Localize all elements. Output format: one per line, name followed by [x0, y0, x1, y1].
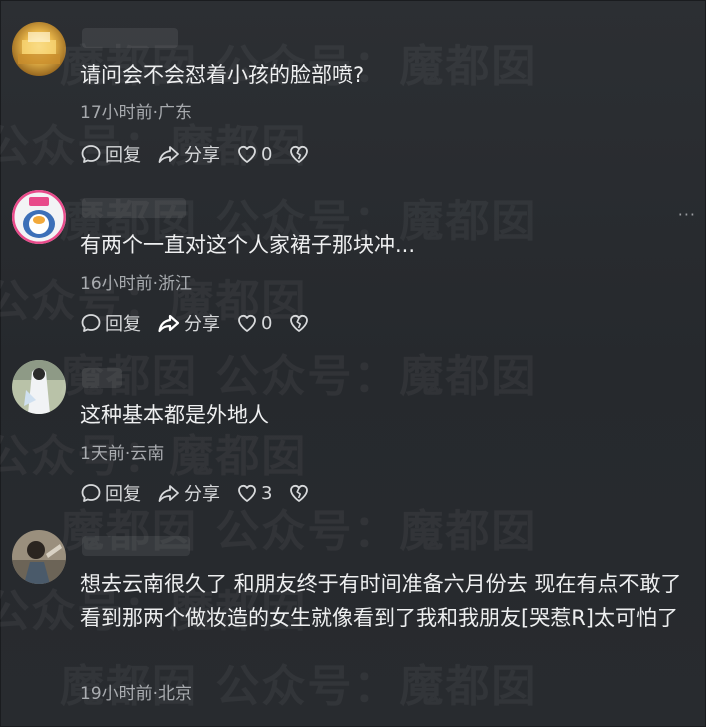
like-button[interactable]: 0	[236, 312, 272, 334]
dislike-button[interactable]	[288, 312, 313, 334]
comment-actions: 回复 分享 0	[80, 141, 329, 167]
comment-meta: 1天前·云南	[80, 444, 165, 464]
like-count: 3	[261, 482, 273, 504]
like-button[interactable]: 0	[236, 143, 272, 165]
reply-button[interactable]: 回复	[80, 310, 141, 336]
username-redacted[interactable]	[82, 198, 186, 218]
broken-heart-icon	[290, 314, 309, 332]
share-button[interactable]: 分享	[157, 480, 220, 506]
share-icon	[158, 485, 179, 502]
comment-actions: 回复 分享 3	[80, 480, 329, 506]
share-label: 分享	[184, 484, 220, 505]
comment-meta: 16小时前·浙江	[80, 274, 193, 294]
like-count: 0	[261, 143, 273, 165]
like-count: 0	[261, 312, 273, 334]
reply-icon	[81, 145, 101, 163]
reply-label: 回复	[105, 145, 141, 166]
share-label: 分享	[184, 314, 220, 335]
share-label: 分享	[184, 145, 220, 166]
heart-icon	[238, 314, 256, 332]
comment-text: 想去云南很久了 和朋友终于有时间准备六月份去 现在有点不敢了 看到那两个做妆造的…	[80, 572, 682, 630]
more-options-icon[interactable]: ···	[678, 205, 696, 224]
comment-text: 请问会不会怼着小孩的脸部喷?	[80, 63, 365, 87]
heart-icon	[238, 145, 256, 163]
dislike-button[interactable]	[288, 143, 313, 165]
username-redacted[interactable]	[82, 536, 190, 556]
avatar[interactable]	[12, 530, 66, 584]
reply-label: 回复	[105, 484, 141, 505]
reply-label: 回复	[105, 314, 141, 335]
comment-text: 有两个一直对这个人家裙子那块冲...	[80, 233, 416, 257]
broken-heart-icon	[290, 484, 309, 502]
reply-icon	[81, 314, 101, 332]
comment-meta: 19小时前·北京	[80, 684, 193, 704]
share-icon	[158, 146, 179, 163]
username-redacted[interactable]	[82, 368, 122, 388]
comment-actions: 回复 分享 0	[80, 310, 329, 336]
reply-button[interactable]: 回复	[80, 141, 141, 167]
comment-meta: 17小时前·广东	[80, 103, 193, 123]
heart-icon	[238, 484, 256, 502]
reply-button[interactable]: 回复	[80, 480, 141, 506]
share-button[interactable]: 分享	[157, 310, 220, 336]
comment-text: 这种基本都是外地人	[80, 403, 269, 427]
share-button[interactable]: 分享	[157, 141, 220, 167]
reply-icon	[81, 484, 101, 502]
share-icon	[158, 314, 180, 333]
dislike-button[interactable]	[288, 482, 313, 504]
broken-heart-icon	[290, 145, 309, 163]
avatar[interactable]	[12, 22, 66, 76]
username-redacted[interactable]	[82, 28, 178, 48]
avatar[interactable]	[12, 360, 66, 414]
like-button[interactable]: 3	[236, 482, 272, 504]
avatar[interactable]	[12, 190, 66, 244]
